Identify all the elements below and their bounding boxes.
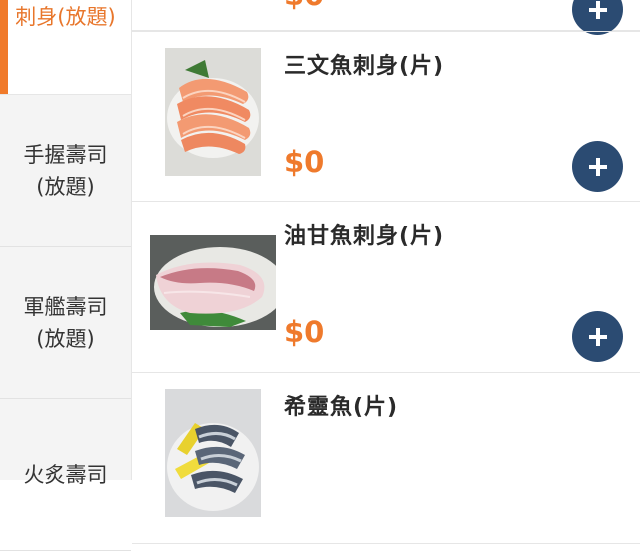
- yellowtail-sashimi-image: [150, 235, 276, 330]
- category-nigiri-sushi-all-you-can-eat[interactable]: 手握壽司 (放題): [0, 95, 131, 247]
- category-aburi-sushi[interactable]: 火炙壽司: [0, 399, 131, 551]
- herring-image: [165, 389, 261, 517]
- menu-item: $0: [132, 0, 640, 35]
- plus-icon: [588, 0, 607, 19]
- category-label: 手握壽司 (放題): [23, 142, 108, 199]
- item-name: 油甘魚刺身(片): [284, 224, 445, 249]
- category-sashimi-all-you-can-eat[interactable]: 刺身(放題): [0, 0, 131, 95]
- item-name: 三文魚刺身(片): [284, 54, 445, 79]
- item-name: 希靈魚(片): [284, 395, 399, 420]
- category-label: 軍艦壽司 (放題): [23, 294, 108, 351]
- menu-item: 油甘魚刺身(片) $0: [132, 202, 640, 373]
- category-label: 火炙壽司: [23, 462, 108, 487]
- add-to-cart-button[interactable]: [572, 311, 623, 362]
- menu-item: 希靈魚(片): [132, 373, 640, 544]
- item-price: $0: [284, 0, 324, 12]
- plus-icon: [588, 327, 607, 346]
- add-to-cart-button[interactable]: [572, 141, 623, 192]
- item-price: $0: [284, 315, 325, 349]
- plus-icon: [588, 157, 607, 176]
- category-sidebar: 刺身(放題) 手握壽司 (放題) 軍艦壽司 (放題) 火炙壽司: [0, 0, 132, 551]
- category-label: 刺身(放題): [15, 5, 116, 29]
- menu-item-list[interactable]: $0 三文魚刺身(片) $0: [132, 0, 640, 544]
- category-gunkan-sushi-all-you-can-eat[interactable]: 軍艦壽司 (放題): [0, 247, 131, 399]
- salmon-sashimi-image: [165, 48, 261, 176]
- menu-item: 三文魚刺身(片) $0: [132, 31, 640, 202]
- add-to-cart-button[interactable]: [572, 0, 623, 35]
- item-price: $0: [284, 145, 325, 179]
